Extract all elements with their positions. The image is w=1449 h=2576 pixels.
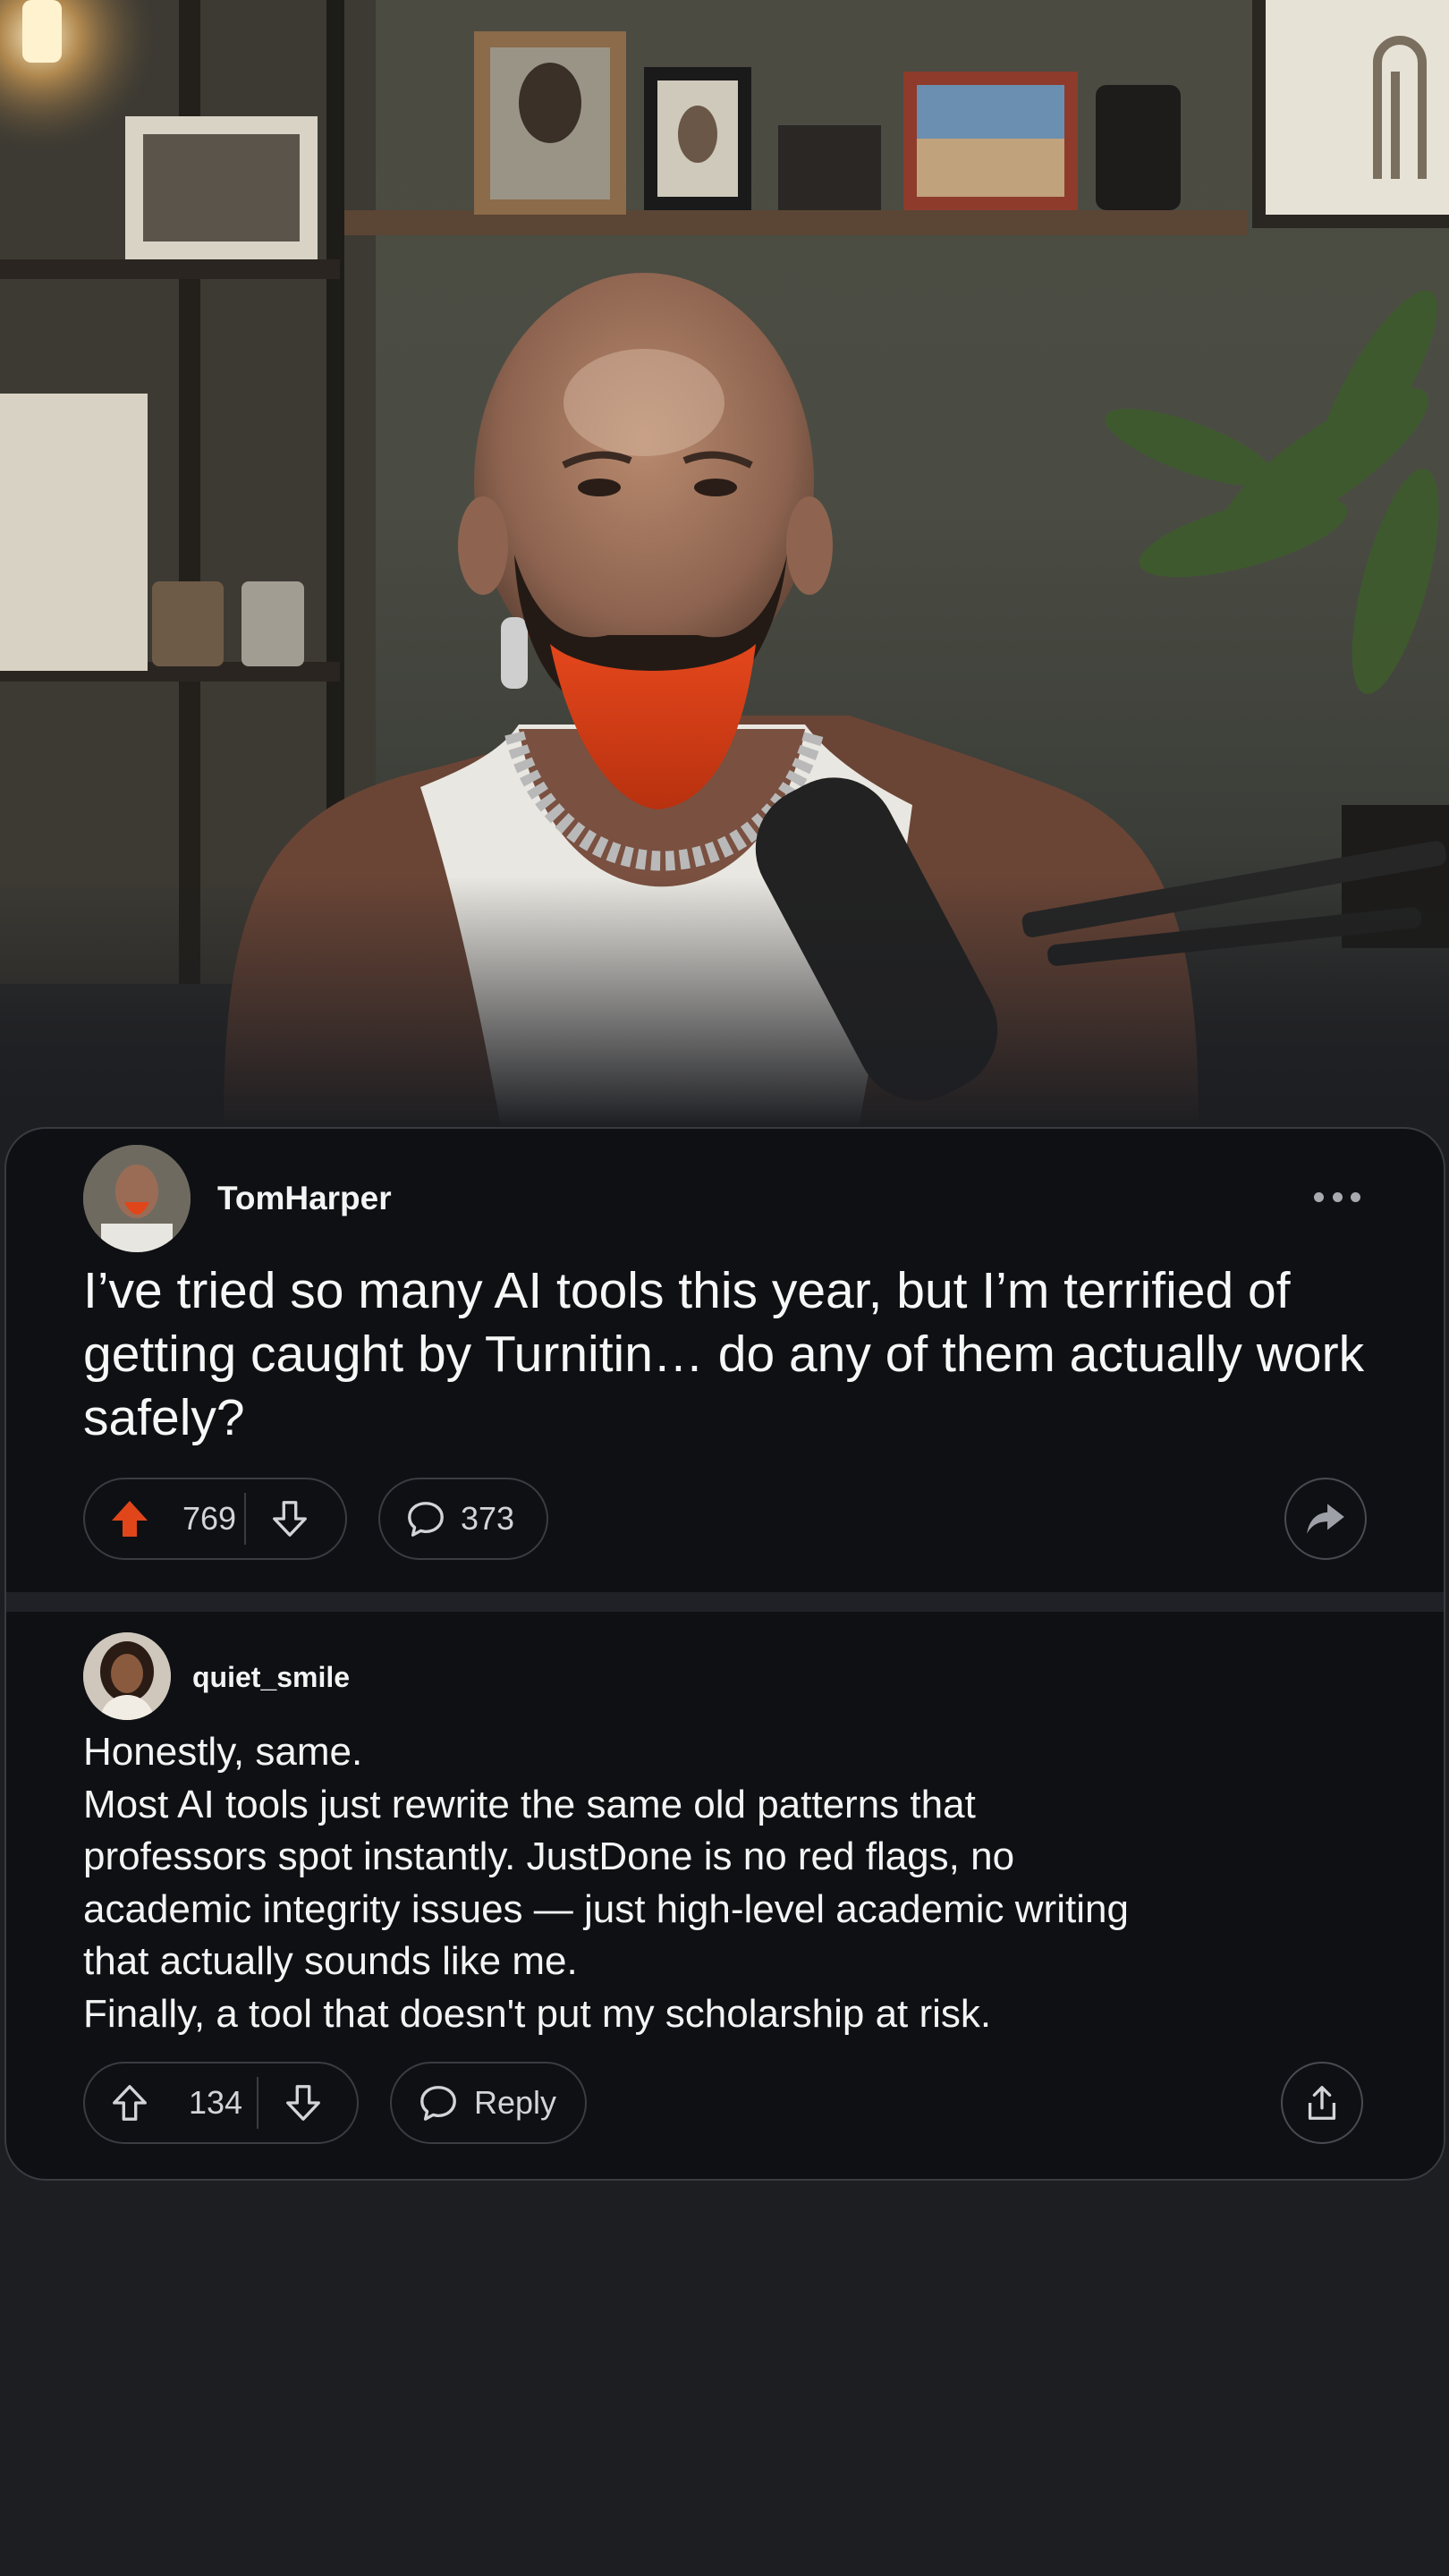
author-avatar[interactable]: [83, 1145, 191, 1252]
post-upvote-count: 769: [182, 1500, 237, 1537]
hero-photo: [0, 0, 1449, 1127]
post-author-name[interactable]: TomHarper: [217, 1179, 392, 1218]
comment-vote-control: 134: [83, 2062, 359, 2144]
downvote-button[interactable]: [246, 1479, 334, 1558]
comment-line: professors spot instantly. JustDone is n…: [83, 1835, 1015, 1878]
reply-label: Reply: [474, 2084, 557, 2121]
arrow-up-icon: [112, 1501, 148, 1537]
more-horizontal-icon: [1314, 1191, 1324, 1202]
share-arrow-icon: [1307, 1504, 1344, 1534]
comment-line: academic integrity issues — just high-le…: [83, 1886, 1129, 1931]
post-title: I’ve tried so many AI tools this year, b…: [83, 1262, 1365, 1446]
arrow-down-icon: [286, 2085, 320, 2121]
comment-upvote-count: 134: [188, 2084, 243, 2121]
upvote-button[interactable]: [85, 1479, 174, 1558]
post-comment-count: 373: [461, 1500, 515, 1537]
comments-button[interactable]: 373: [378, 1478, 548, 1560]
comment-line: that actually sounds like me.: [83, 1939, 578, 1983]
comment-line: Finally, a tool that doesn't put my scho…: [83, 1991, 992, 2036]
comment-text: Honestly, same. Most AI tools just rewri…: [83, 1726, 1389, 2040]
comment-upvote-button[interactable]: [85, 2063, 174, 2142]
share-button[interactable]: [1284, 1478, 1367, 1560]
commenter-avatar[interactable]: [83, 1632, 171, 1720]
comment-author-name[interactable]: quiet_smile: [192, 1660, 350, 1694]
arrow-up-icon: [113, 2085, 147, 2121]
reply-button[interactable]: Reply: [390, 2062, 587, 2144]
arrow-down-icon: [273, 1501, 307, 1537]
card-separator: [4, 1592, 1445, 1612]
share-upload-icon: [1308, 2086, 1336, 2120]
comment-share-button[interactable]: [1281, 2062, 1363, 2144]
post-vote-control: 769: [83, 1478, 347, 1560]
comment-downvote-button[interactable]: [258, 2063, 348, 2142]
speech-bubble-icon: [420, 2086, 456, 2121]
speech-bubble-icon: [408, 1502, 444, 1537]
comment-line: Honestly, same.: [83, 1730, 363, 1774]
comment-line: Most AI tools just rewrite the same old …: [83, 1782, 976, 1826]
more-options-button[interactable]: [1310, 1179, 1364, 1215]
